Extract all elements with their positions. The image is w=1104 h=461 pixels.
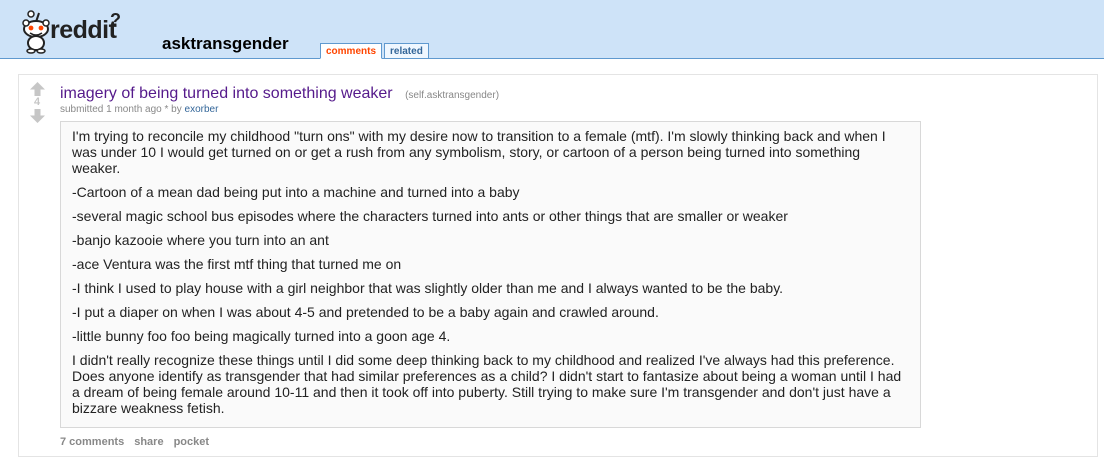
pocket-button[interactable]: pocket xyxy=(174,436,209,448)
selftext-paragraph: I'm trying to reconcile my childhood "tu… xyxy=(72,128,886,176)
post-tagline: submitted 1 month ago * by exorber xyxy=(60,104,218,115)
reddit-wordmark[interactable]: reddit xyxy=(50,16,117,45)
tagline-submitted: submitted 1 month ago * by xyxy=(60,104,182,115)
vote-column: 4 xyxy=(28,82,46,123)
post-title-link[interactable]: imagery of being turned into something w… xyxy=(60,85,393,102)
author-link[interactable]: exorber xyxy=(185,104,219,115)
selftext-paragraph: -I put a diaper on when I was about 4-5 … xyxy=(72,304,659,320)
upvote-arrow-icon[interactable] xyxy=(29,82,45,96)
subreddit-name[interactable]: asktransgender xyxy=(162,34,289,54)
post-selftext: I'm trying to reconcile my childhood "tu… xyxy=(60,121,921,428)
post-buttons: 7 comments share pocket xyxy=(60,436,209,448)
selftext-paragraph: -ace Ventura was the first mtf thing tha… xyxy=(72,256,402,272)
selftext-paragraph: -several magic school bus episodes where… xyxy=(72,208,788,224)
selftext-paragraph: -banjo kazooie where you turn into an an… xyxy=(72,232,329,248)
selftext-paragraph: -I think I used to play house with a gir… xyxy=(72,280,784,296)
post-domain[interactable]: (self.asktransgender) xyxy=(405,90,499,101)
post-title-row: imagery of being turned into something w… xyxy=(60,85,499,103)
selftext-paragraph: I didn't really recognize these things u… xyxy=(72,352,902,416)
post-score: 4 xyxy=(33,96,41,108)
tab-menu: comments related xyxy=(320,41,431,59)
share-button[interactable]: share xyxy=(134,436,163,448)
selftext-paragraph: -Cartoon of a mean dad being put into a … xyxy=(72,184,520,200)
downvote-arrow-icon[interactable] xyxy=(29,109,45,123)
selftext-paragraph: -little bunny foo foo being magically tu… xyxy=(72,328,451,344)
tab-comments[interactable]: comments xyxy=(320,43,383,59)
header: ? reddit asktransgender comments related xyxy=(0,0,1104,59)
tab-related[interactable]: related xyxy=(384,43,429,58)
comments-button[interactable]: 7 comments xyxy=(60,436,124,448)
